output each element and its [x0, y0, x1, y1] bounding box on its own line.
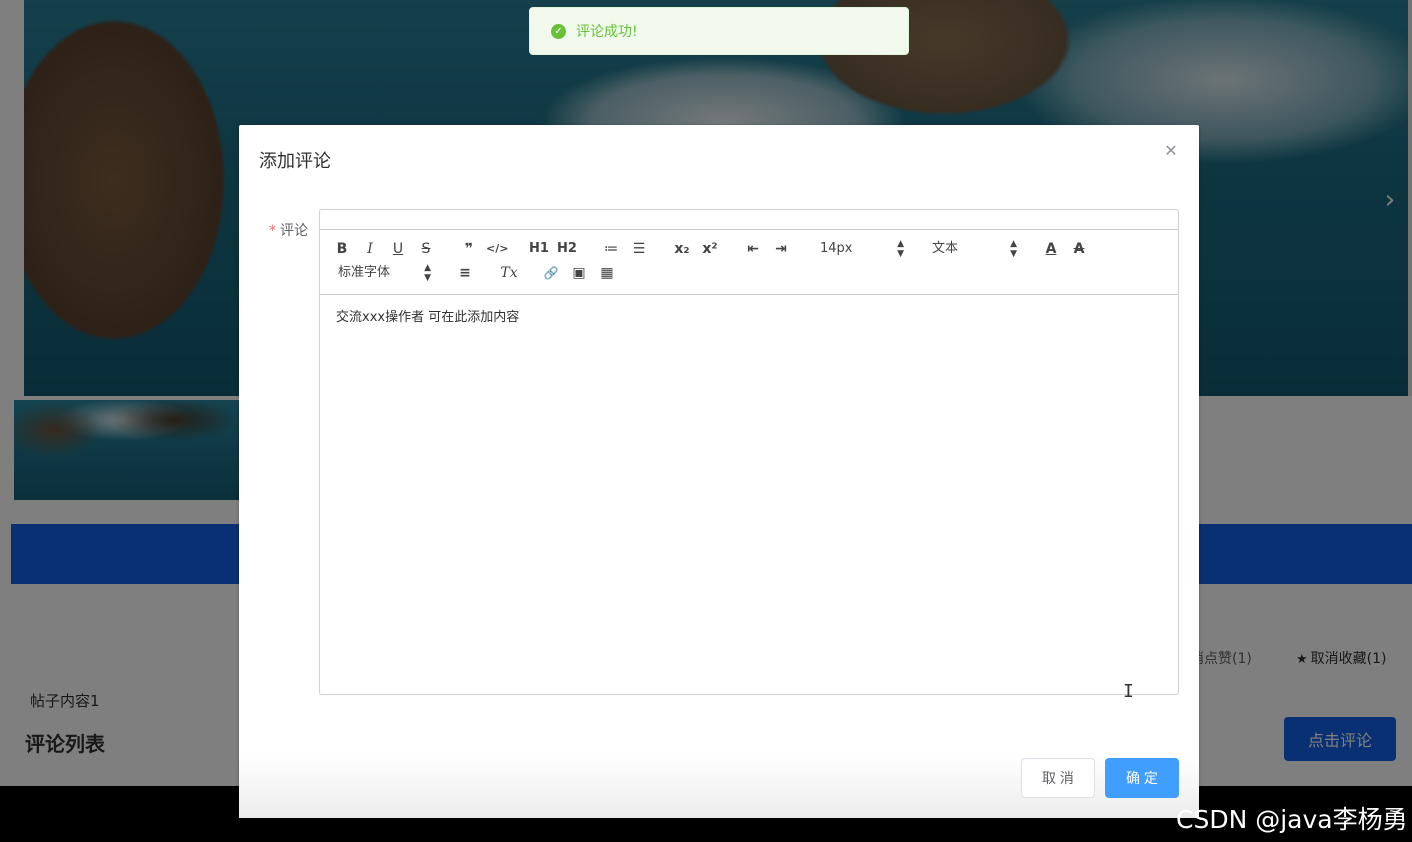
align-icon[interactable]: ≡	[454, 263, 476, 283]
font-family-value: 标准字体	[338, 265, 391, 280]
success-toast: ✓ 评论成功!	[529, 7, 909, 55]
select-arrows-icon: ▲ ▼	[897, 239, 904, 259]
video-icon[interactable]: ▦	[596, 263, 618, 283]
dialog-title: 添加评论	[259, 151, 331, 172]
editor-toolbar: B I U S ❞ </> H1 H2 ≔ ☰ x₂ x² ⇤ ⇥ 14px ▲ ▼…	[320, 230, 1178, 295]
select-arrows-icon: ▲ ▼	[1010, 239, 1017, 259]
close-icon[interactable]: ✕	[1163, 143, 1179, 159]
superscript-icon[interactable]: x²	[699, 239, 721, 259]
text-cursor-icon: I	[1123, 681, 1134, 702]
header-select[interactable]: 文本 ▲ ▼	[932, 239, 1017, 259]
italic-icon[interactable]: I	[359, 239, 381, 259]
font-family-select[interactable]: 标准字体 ▲ ▼	[338, 263, 431, 283]
ordered-list-icon[interactable]: ≔	[600, 239, 622, 259]
required-mark: *	[269, 223, 276, 239]
subscript-icon[interactable]: x₂	[671, 239, 693, 259]
underline-icon[interactable]: U	[387, 239, 409, 259]
watermark: CSDN @java李杨勇	[1176, 805, 1408, 834]
image-icon[interactable]: ▣	[568, 263, 590, 283]
link-icon[interactable]: 🔗	[540, 263, 562, 283]
code-block-icon[interactable]: </>	[486, 239, 508, 259]
background-color-icon[interactable]: A	[1068, 239, 1090, 259]
bullet-list-icon[interactable]: ☰	[628, 239, 650, 259]
blockquote-icon[interactable]: ❞	[458, 239, 480, 259]
outdent-icon[interactable]: ⇤	[742, 239, 764, 259]
editor-content[interactable]: 交流xxx操作者 可在此添加内容	[336, 306, 519, 325]
rich-text-editor: B I U S ❞ </> H1 H2 ≔ ☰ x₂ x² ⇤ ⇥ 14px ▲ ▼…	[319, 209, 1179, 695]
indent-icon[interactable]: ⇥	[770, 239, 792, 259]
cancel-button[interactable]: 取 消	[1021, 758, 1095, 798]
text-color-icon[interactable]: A	[1040, 239, 1062, 259]
header-select-value: 文本	[932, 241, 959, 256]
add-comment-dialog: 添加评论 ✕ * 评论 B I U S ❞ </> H1 H2 ≔ ☰ x₂ x²…	[239, 125, 1199, 818]
bold-icon[interactable]: B	[331, 239, 353, 259]
comment-label-text: 评论	[280, 223, 308, 239]
comment-field-label: * 评论	[269, 220, 308, 240]
toast-message: 评论成功!	[576, 24, 638, 40]
font-size-select[interactable]: 14px ▲ ▼	[820, 239, 904, 259]
select-arrows-icon: ▲ ▼	[424, 263, 431, 283]
h1-icon[interactable]: H1	[528, 239, 550, 259]
confirm-button[interactable]: 确 定	[1105, 758, 1179, 798]
editor-top-strip	[320, 210, 1178, 230]
clean-format-icon[interactable]: Tx	[498, 263, 520, 283]
success-check-icon: ✓	[551, 23, 566, 39]
font-size-value: 14px	[820, 241, 853, 256]
h2-icon[interactable]: H2	[556, 239, 578, 259]
strike-icon[interactable]: S	[415, 239, 437, 259]
